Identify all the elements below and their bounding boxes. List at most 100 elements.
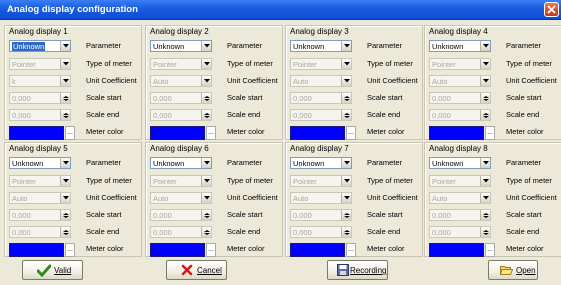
close-button[interactable] <box>544 2 559 17</box>
dropdown-button[interactable] <box>201 41 211 51</box>
unit-coefficient-select[interactable]: k <box>9 75 71 87</box>
parameter-select[interactable]: Unknown <box>429 157 491 169</box>
dropdown-button[interactable] <box>480 176 490 186</box>
parameter-select[interactable]: Unknown <box>429 40 491 52</box>
scale-start-stepper[interactable]: 0,000 <box>290 209 352 221</box>
parameter-select[interactable]: Unknown <box>150 157 212 169</box>
meter-type-select[interactable]: Pointer <box>429 175 491 187</box>
meter-type-select[interactable]: Pointer <box>290 175 352 187</box>
scale-start-stepper[interactable]: 0,000 <box>9 209 71 221</box>
dropdown-button[interactable] <box>201 76 211 86</box>
parameter-select[interactable]: Unknown <box>9 157 71 169</box>
dropdown-button[interactable] <box>201 193 211 203</box>
scale-start-stepper[interactable]: 0,000 <box>150 209 212 221</box>
meter-color-row: ... Meter color <box>429 126 561 140</box>
meter-type-select[interactable]: Pointer <box>9 175 71 187</box>
scale-end-stepper[interactable]: 0,000 <box>150 109 212 121</box>
dropdown-button[interactable] <box>60 158 70 168</box>
spinner-button[interactable] <box>60 210 70 220</box>
dropdown-button[interactable] <box>341 76 351 86</box>
dropdown-button[interactable] <box>341 176 351 186</box>
unit-coefficient-select[interactable]: Auto <box>429 75 491 87</box>
dropdown-button[interactable] <box>480 59 490 69</box>
scale-start-stepper[interactable]: 0,000 <box>429 209 491 221</box>
meter-type-select[interactable]: Pointer <box>9 58 71 70</box>
spinner-button[interactable] <box>341 210 351 220</box>
scale-start-stepper[interactable]: 0,000 <box>429 92 491 104</box>
scale-start-stepper[interactable]: 0,000 <box>9 92 71 104</box>
unit-coefficient-select[interactable]: Auto <box>9 192 71 204</box>
dropdown-button[interactable] <box>480 193 490 203</box>
dropdown-button[interactable] <box>480 41 490 51</box>
parameter-select[interactable]: Unknown <box>290 157 352 169</box>
spinner-button[interactable] <box>480 227 490 237</box>
dropdown-button[interactable] <box>341 59 351 69</box>
spinner-button[interactable] <box>60 110 70 120</box>
dropdown-button[interactable] <box>480 76 490 86</box>
chevron-down-icon <box>344 79 350 83</box>
unit-coefficient-select[interactable]: Auto <box>150 192 212 204</box>
unit-coefficient-select[interactable]: Auto <box>290 192 352 204</box>
scale-end-stepper[interactable]: 0,000 <box>290 109 352 121</box>
color-picker-button[interactable]: ... <box>65 243 75 257</box>
spinner-button[interactable] <box>201 93 211 103</box>
spinner-button[interactable] <box>341 93 351 103</box>
dropdown-button[interactable] <box>60 76 70 86</box>
spinner-button[interactable] <box>480 93 490 103</box>
unit-coefficient-row: Auto Unit Coefficient <box>429 75 561 87</box>
spinner-button[interactable] <box>480 210 490 220</box>
color-picker-button[interactable]: ... <box>346 126 356 140</box>
dropdown-button[interactable] <box>480 158 490 168</box>
spinner-button[interactable] <box>60 227 70 237</box>
meter-type-select[interactable]: Pointer <box>150 58 212 70</box>
parameter-select[interactable]: Unknown <box>290 40 352 52</box>
scale-end-stepper[interactable]: 0,000 <box>150 226 212 238</box>
scale-end-stepper[interactable]: 0,000 <box>9 109 71 121</box>
spinner-button[interactable] <box>60 93 70 103</box>
meter-type-select[interactable]: Pointer <box>290 58 352 70</box>
unit-coefficient-select[interactable]: Auto <box>290 75 352 87</box>
spinner-button[interactable] <box>341 227 351 237</box>
dropdown-button[interactable] <box>60 41 70 51</box>
color-picker-button[interactable]: ... <box>65 126 75 140</box>
meter-type-select[interactable]: Pointer <box>429 58 491 70</box>
spinner-button[interactable] <box>201 110 211 120</box>
unit-coefficient-select[interactable]: Auto <box>150 75 212 87</box>
dropdown-button[interactable] <box>60 176 70 186</box>
spinner-button[interactable] <box>201 210 211 220</box>
chevron-down-icon <box>483 62 489 66</box>
dropdown-button[interactable] <box>341 41 351 51</box>
color-picker-button[interactable]: ... <box>485 126 495 140</box>
meter-type-select[interactable]: Pointer <box>150 175 212 187</box>
color-picker-button[interactable]: ... <box>206 126 216 140</box>
open-folder-icon <box>500 266 513 275</box>
parameter-select[interactable]: Unknown <box>9 40 71 52</box>
field-value: Pointer <box>153 60 177 69</box>
color-picker-button[interactable]: ... <box>485 243 495 257</box>
spinner-button[interactable] <box>201 227 211 237</box>
cancel-button[interactable]: Cancel <box>166 260 227 280</box>
scale-end-stepper[interactable]: 0,000 <box>9 226 71 238</box>
valid-button[interactable]: Valid <box>22 260 83 280</box>
scale-end-stepper[interactable]: 0,000 <box>429 109 491 121</box>
color-picker-button[interactable]: ... <box>206 243 216 257</box>
spinner-button[interactable] <box>480 110 490 120</box>
spinner-button[interactable] <box>341 110 351 120</box>
dropdown-button[interactable] <box>341 193 351 203</box>
open-button[interactable]: Open <box>488 260 538 280</box>
scale-end-stepper[interactable]: 0,000 <box>290 226 352 238</box>
unit-coefficient-select[interactable]: Auto <box>429 192 491 204</box>
dropdown-button[interactable] <box>60 193 70 203</box>
scale-start-stepper[interactable]: 0,000 <box>150 92 212 104</box>
dropdown-button[interactable] <box>201 59 211 69</box>
color-picker-button[interactable]: ... <box>346 243 356 257</box>
dropdown-button[interactable] <box>341 158 351 168</box>
scale-end-stepper[interactable]: 0,000 <box>429 226 491 238</box>
panel-title: Analog display 6 <box>150 144 209 153</box>
recording-button[interactable]: Recording <box>327 260 388 280</box>
scale-start-stepper[interactable]: 0,000 <box>290 92 352 104</box>
dropdown-button[interactable] <box>201 158 211 168</box>
dropdown-button[interactable] <box>60 59 70 69</box>
parameter-select[interactable]: Unknown <box>150 40 212 52</box>
dropdown-button[interactable] <box>201 176 211 186</box>
